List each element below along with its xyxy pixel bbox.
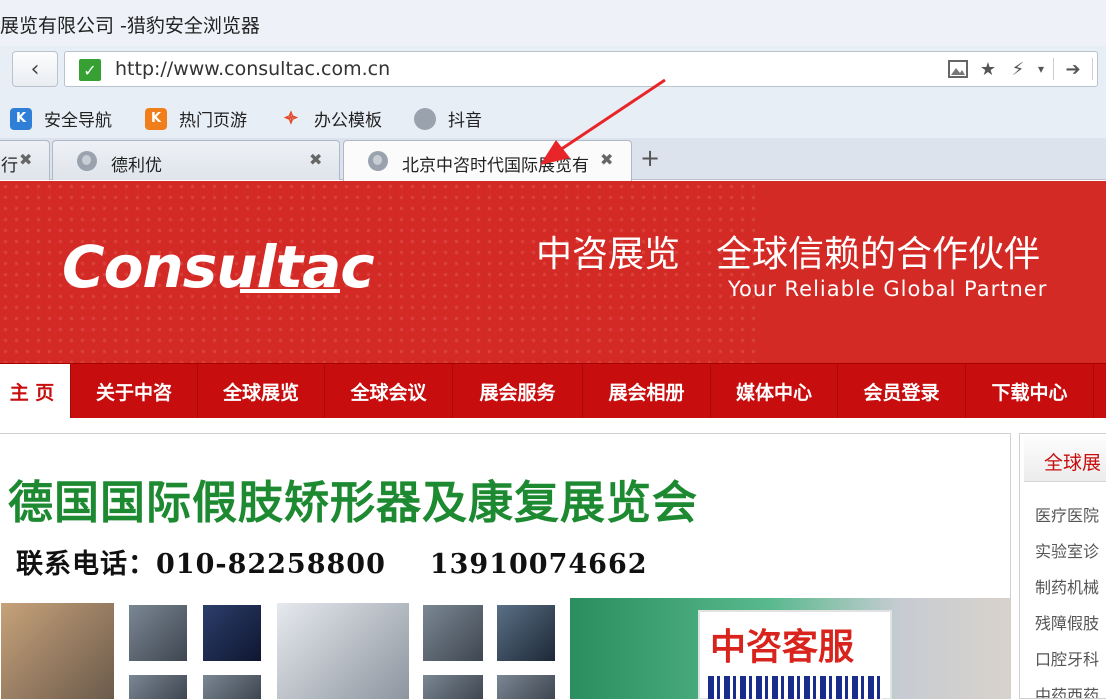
photo-thumbnail: [0, 602, 115, 699]
close-icon[interactable]: ✖: [309, 150, 322, 169]
chevron-down-icon[interactable]: ▾: [1033, 52, 1049, 86]
bookmark-label: 安全导航: [44, 111, 112, 131]
nav-global-conferences[interactable]: 全球会议: [325, 364, 453, 418]
phone-1: 010-82258800: [156, 549, 386, 580]
annotation-arrow-icon: [540, 78, 666, 165]
photo-thumbnail: [422, 604, 484, 662]
contact-phone: 联系电话：010-82258800 13910074662: [16, 542, 648, 581]
address-tools: ★ ⚡ ▾ ➔: [943, 52, 1097, 86]
globe-icon: [414, 107, 436, 130]
sidebar-item[interactable]: 残障假肢: [1035, 610, 1099, 634]
feature-panel: 德国国际假肢矫形器及康复展览会 联系电话：010-82258800 1391007…: [0, 433, 1011, 699]
nav-media-center[interactable]: 媒体中心: [711, 364, 838, 418]
sidebar-item[interactable]: 实验室诊: [1035, 538, 1099, 562]
secure-check-icon: ✓: [79, 59, 101, 81]
photo-thumbnail: [496, 674, 556, 699]
contact-label: 联系电话：: [16, 549, 156, 580]
nav-about[interactable]: 关于中咨: [71, 364, 198, 418]
image-icon[interactable]: [943, 52, 973, 86]
photo-thumbnail: [276, 602, 410, 699]
window-title: 展览有限公司 -猎豹安全浏览器: [0, 15, 260, 37]
bookmark-douyin[interactable]: 抖音: [414, 106, 482, 131]
bookmark-office-templates[interactable]: 🟈 办公模板: [280, 106, 382, 131]
back-button[interactable]: ‹: [12, 51, 58, 87]
nav-home[interactable]: 主 页: [0, 364, 71, 418]
go-arrow-icon[interactable]: ➔: [1058, 52, 1088, 86]
nav-member-login[interactable]: 会员登录: [838, 364, 966, 418]
globe-icon: [368, 151, 388, 171]
customer-service-card[interactable]: 中咨客服: [698, 610, 892, 699]
main-nav: 主 页 关于中咨 全球展览 全球会议 展会服务 展会相册 媒体中心 会员登录 下…: [0, 363, 1106, 418]
lightning-icon[interactable]: ⚡: [1003, 52, 1033, 86]
sidebar-item[interactable]: 口腔牙科: [1035, 646, 1099, 670]
tab-label: 行: [1, 156, 18, 176]
photo-thumbnail: [202, 674, 262, 699]
shield-k-icon: K: [10, 107, 32, 130]
bookmark-hot-games[interactable]: K 热门页游: [145, 106, 247, 131]
sidebar-heading[interactable]: 全球展: [1044, 448, 1101, 475]
photo-thumbnail: [128, 604, 188, 662]
qr-code-icon: [708, 676, 882, 699]
slogan-english: Your Reliable Global Partner: [728, 277, 1048, 301]
office-template-icon: 🟈: [283, 108, 299, 129]
favorite-star-icon[interactable]: ★: [973, 52, 1003, 86]
sidebar-item[interactable]: 制药机械: [1035, 574, 1099, 598]
window-titlebar: 展览有限公司 -猎豹安全浏览器: [0, 0, 1106, 46]
chevron-left-icon: ‹: [30, 56, 40, 82]
bookmark-label: 抖音: [448, 111, 482, 131]
phone-2: 13910074662: [429, 549, 648, 580]
bookmark-safe-nav[interactable]: K 安全导航: [10, 106, 112, 131]
tab-label: 德利优: [111, 156, 162, 176]
bookmark-label: 办公模板: [314, 111, 382, 131]
close-icon[interactable]: ✖: [19, 150, 32, 169]
sidebar-item[interactable]: 医疗医院: [1035, 502, 1099, 526]
expo-title[interactable]: 德国国际假肢矫形器及康复展览会: [8, 466, 698, 531]
expo-category-sidebar: 全球展 医疗医院 实验室诊 制药机械 残障假肢 口腔牙科 中药西药: [1019, 433, 1106, 699]
nav-downloads[interactable]: 下载中心: [966, 364, 1094, 418]
sidebar-header: 全球展: [1024, 436, 1106, 482]
nav-global-expos[interactable]: 全球展览: [198, 364, 325, 418]
nav-expo-services[interactable]: 展会服务: [453, 364, 583, 418]
bookmark-label: 热门页游: [179, 111, 247, 131]
nav-expo-albums[interactable]: 展会相册: [583, 364, 711, 418]
photo-thumbnail: [496, 604, 556, 662]
tool-divider: [1092, 58, 1093, 80]
address-url[interactable]: http://www.consultac.com.cn: [115, 58, 390, 80]
customer-service-title: 中咨客服: [710, 627, 855, 668]
photo-thumbnail: [202, 604, 262, 662]
photo-thumbnail: [422, 674, 484, 699]
tab-partial[interactable]: 行 ✖: [0, 140, 50, 180]
slogan-chinese: 中咨展览 全球信赖的合作伙伴: [536, 234, 1041, 275]
game-k-icon: K: [145, 107, 167, 130]
site-banner: Consultac 中咨展览 全球信赖的合作伙伴 Your Reliable G…: [0, 181, 1106, 363]
globe-icon: [77, 151, 97, 171]
tool-divider: [1053, 58, 1054, 80]
logo-underline: [240, 289, 340, 293]
photo-thumbnail: [128, 674, 188, 699]
sidebar-item[interactable]: 中药西药: [1035, 682, 1099, 698]
tab-delio[interactable]: 德利优 ✖: [52, 140, 340, 180]
